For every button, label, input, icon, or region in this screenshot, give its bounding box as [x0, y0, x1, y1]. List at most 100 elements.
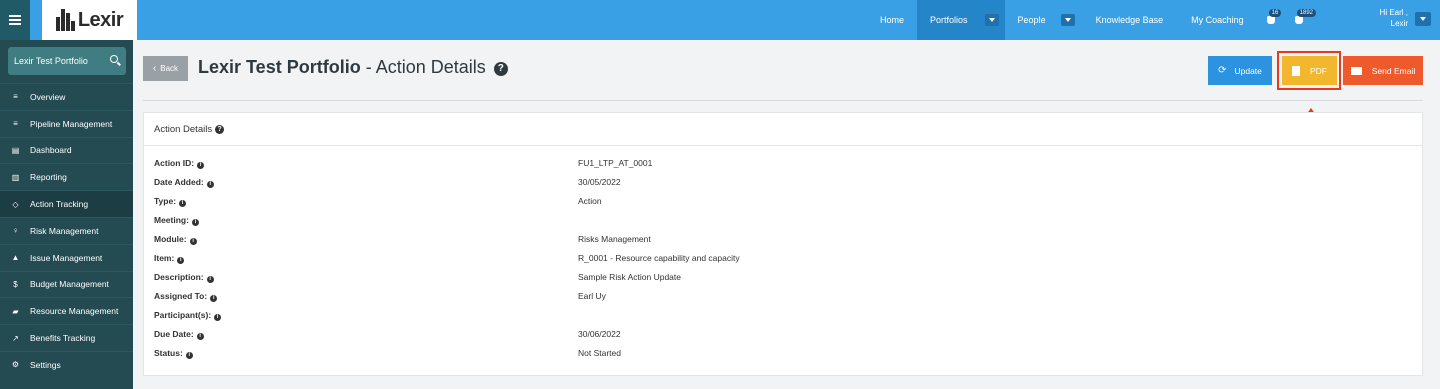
detail-label: Type:	[154, 196, 177, 206]
help-icon[interactable]: ?	[493, 62, 508, 76]
nav-portfolios[interactable]: Portfolios	[917, 0, 1005, 40]
details-list: Action ID: i FU1_LTP_AT_0001 Date Added: i 3…	[144, 155, 1422, 364]
sidebar-item-reporting[interactable]: ▥ Reporting	[0, 163, 133, 190]
sidebar-menu: ≡ Overview ≡ Pipeline Management ▤ Dashboar…	[0, 83, 133, 378]
portfolio-search[interactable]: Lexir Test Portfolio	[8, 47, 126, 75]
detail-label: Action ID:	[154, 158, 195, 168]
sidebar-item-pipeline-management[interactable]: ≡ Pipeline Management	[0, 109, 133, 137]
pdf-button[interactable]: PDF	[1282, 56, 1337, 85]
send-email-button-label: Send Email	[1371, 65, 1416, 76]
folder-icon: ▰	[12, 306, 19, 316]
search-icon[interactable]	[110, 55, 118, 63]
detail-row-due-date: Due Date: i 30/06/2022	[144, 326, 1422, 345]
page-title-section: - Action Details	[360, 57, 486, 77]
sidebar-item-label: Issue Management	[30, 252, 103, 263]
update-button-label: Update	[1234, 65, 1262, 76]
nav-people-label: People	[1017, 15, 1046, 25]
detail-row-date-added: Date Added: i 30/05/2022	[144, 174, 1422, 193]
panel-help-icon[interactable]: ?	[215, 124, 225, 134]
detail-value: Sample Risk Action Update	[578, 272, 681, 282]
info-icon[interactable]: i	[210, 295, 218, 302]
info-icon[interactable]: i	[196, 333, 204, 340]
user-dropdown-icon[interactable]	[1415, 12, 1431, 26]
detail-row-type: Type: i Action	[144, 193, 1422, 212]
detail-row-module: Module: i Risks Management	[144, 231, 1422, 250]
panel-title: Action Details	[154, 123, 213, 135]
detail-row-meeting: Meeting: i	[144, 212, 1422, 231]
sidebar-item-label: Resource Management	[30, 306, 119, 317]
detail-value: 30/06/2022	[578, 329, 621, 339]
header-divider	[143, 100, 1423, 101]
user-greeting-line1: Hi Earl ,	[1379, 8, 1408, 17]
page-title: Lexir Test Portfolio - Action Details ?	[198, 57, 508, 78]
document-icon	[1292, 65, 1300, 76]
info-icon[interactable]: i	[185, 352, 193, 359]
detail-label: Module:	[154, 234, 187, 244]
sidebar-item-settings[interactable]: ⚙ Settings	[0, 350, 133, 378]
sidebar-item-benefits-tracking[interactable]: ↗ Benefits Tracking	[0, 324, 133, 351]
detail-row-participants: Participant(s): i	[144, 307, 1422, 326]
detail-label: Date Added:	[154, 177, 204, 187]
update-button[interactable]: ⟳ Update	[1208, 56, 1272, 85]
logo-text: Lexir	[77, 8, 124, 31]
back-button[interactable]: Back	[143, 56, 188, 81]
alerts-badge: 16	[1268, 9, 1282, 17]
sidebar-item-dashboard[interactable]: ▤ Dashboard	[0, 136, 133, 164]
warning-icon: ▲	[11, 253, 20, 263]
sidebar-item-label: Benefits Tracking	[30, 333, 96, 344]
nav-home[interactable]: Home	[867, 0, 917, 40]
detail-label: Description:	[154, 272, 204, 282]
detail-value: Earl Uy	[578, 291, 606, 301]
detail-row-assigned-to: Assigned To: i Earl Uy	[144, 288, 1422, 307]
detail-row-action-id: Action ID: i FU1_LTP_AT_0001	[144, 155, 1422, 174]
info-icon[interactable]: i	[189, 238, 197, 245]
list-icon: ≡	[13, 92, 18, 102]
page-title-portfolio: Lexir Test Portfolio	[198, 57, 361, 77]
sidebar-item-label: Overview	[30, 91, 66, 102]
nav-my-coaching[interactable]: My Coaching	[1176, 0, 1257, 40]
sidebar-item-risk-management[interactable]: ♀ Risk Management	[0, 216, 133, 244]
nav-people[interactable]: People	[1005, 0, 1075, 40]
sidebar-item-action-tracking[interactable]: ◇ Action Tracking	[0, 190, 133, 217]
people-dropdown-icon[interactable]	[1060, 14, 1075, 26]
info-icon[interactable]: i	[179, 200, 187, 207]
detail-value: R_0001 - Resource capability and capacit…	[578, 253, 740, 263]
alerts-bell[interactable]: 16	[1257, 0, 1285, 40]
sidebar-item-overview[interactable]: ≡ Overview	[0, 83, 133, 110]
detail-label: Status:	[154, 348, 183, 358]
detail-value: Not Started	[578, 348, 621, 358]
info-icon[interactable]: i	[206, 276, 214, 283]
bell-icon	[1266, 16, 1275, 24]
lexir-logo[interactable]: Lexir	[42, 0, 137, 40]
hamburger-menu-icon[interactable]	[0, 0, 30, 40]
nav-knowledge-base[interactable]: Knowledge Base	[1075, 0, 1177, 40]
user-greeting-line2: Lexir	[1390, 19, 1408, 28]
info-icon[interactable]: i	[197, 162, 205, 169]
messages-button[interactable]: 1892	[1285, 0, 1317, 40]
detail-label: Meeting:	[154, 215, 189, 225]
dollar-icon: $	[13, 279, 18, 289]
crosshair-icon: ◇	[12, 199, 19, 209]
info-icon[interactable]: i	[177, 257, 185, 264]
info-icon[interactable]: i	[191, 219, 199, 226]
sidebar-item-budget-management[interactable]: $ Budget Management	[0, 270, 133, 298]
sidebar-item-label: Reporting	[30, 172, 67, 183]
sidebar-item-issue-management[interactable]: ▲ Issue Management	[0, 243, 133, 271]
user-greeting[interactable]: Hi Earl , Lexir	[1368, 7, 1408, 29]
detail-label: Participant(s):	[154, 310, 212, 320]
info-icon[interactable]: i	[214, 314, 222, 321]
lightbulb-icon: ♀	[12, 226, 19, 236]
info-icon[interactable]: i	[206, 181, 214, 188]
detail-row-description: Description: i Sample Risk Action Update	[144, 269, 1422, 288]
sidebar-item-label: Pipeline Management	[30, 118, 113, 129]
send-email-button[interactable]: Send Email	[1343, 56, 1423, 85]
detail-label: Item:	[154, 253, 175, 263]
portfolios-dropdown-icon[interactable]	[984, 14, 999, 26]
sidebar-item-resource-management[interactable]: ▰ Resource Management	[0, 297, 133, 324]
detail-value: FU1_LTP_AT_0001	[578, 158, 653, 168]
list-icon: ≡	[13, 119, 18, 129]
pdf-button-label: PDF	[1310, 65, 1327, 76]
dashboard-icon: ▤	[11, 145, 20, 155]
messages-badge: 1892	[1296, 9, 1317, 17]
line-chart-icon: ↗	[12, 333, 19, 343]
